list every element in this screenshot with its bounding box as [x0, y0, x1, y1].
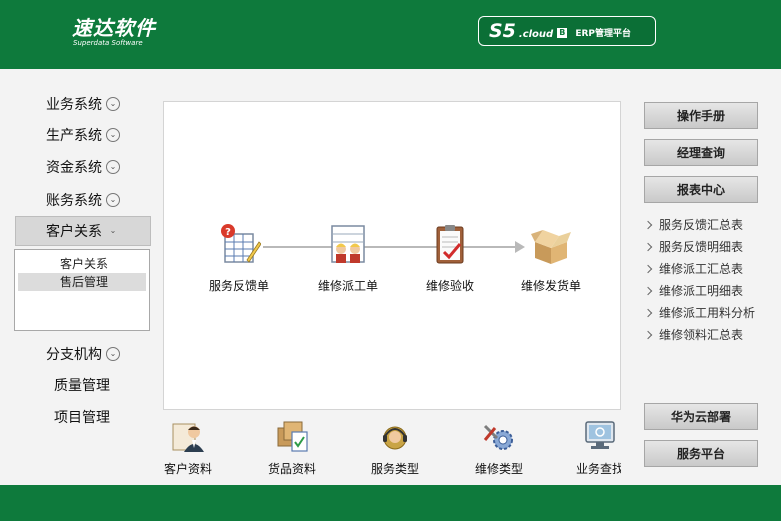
sidebar-item-label: 项目管理 — [54, 410, 110, 426]
tool-label: 服务类型 — [370, 462, 419, 476]
report-link[interactable]: 维修派工用料分析 — [643, 303, 756, 323]
flow-node-repair-acceptance[interactable]: 维修验收 — [410, 222, 490, 294]
sidebar-item-business[interactable]: 业务系统 ⌄ — [15, 91, 151, 117]
sidebar-item-branches[interactable]: 分支机构 ⌄ — [15, 341, 151, 367]
svg-text:?: ? — [225, 227, 231, 238]
report-link[interactable]: 维修领料汇总表 — [643, 325, 744, 345]
report-link[interactable]: 服务反馈明细表 — [643, 237, 744, 257]
dispatch-workers-icon — [331, 225, 365, 263]
customer-profile-icon — [172, 423, 204, 452]
crm-submenu: 客户关系 售后管理 — [14, 249, 150, 331]
manager-query-button[interactable]: 经理查询 — [644, 139, 758, 166]
sidebar-item-quality[interactable]: 质量管理 — [15, 372, 151, 398]
chevron-right-icon — [643, 220, 653, 230]
sidebar-item-label: 账务系统 — [46, 193, 102, 209]
service-platform-button[interactable]: 服务平台 — [644, 440, 758, 467]
report-link-label: 维修派工明细表 — [659, 284, 744, 298]
goods-info-icon — [277, 421, 308, 452]
headset-icon — [383, 426, 407, 450]
chevron-right-icon — [643, 308, 653, 318]
brand-badge: B — [557, 27, 568, 38]
report-link[interactable]: 服务反馈汇总表 — [643, 215, 744, 235]
chevron-down-icon: ⌄ — [106, 97, 120, 111]
tool-label: 货品资料 — [267, 462, 316, 476]
tool-customer-profile[interactable]: 客户资料 — [148, 418, 228, 477]
app-footer — [0, 485, 781, 521]
repair-gear-icon — [483, 424, 513, 450]
sidebar-item-accounting[interactable]: 账务系统 ⌄ — [15, 187, 151, 213]
sidebar-item-label: 分支机构 — [46, 347, 102, 363]
s5-cloud-brand: S5 .cloud B ERP管理平台 — [478, 16, 656, 46]
report-link-label: 维修领料汇总表 — [659, 328, 744, 342]
flow-node-repair-dispatch[interactable]: 维修派工单 — [308, 222, 388, 294]
chevron-down-icon: ⌄ — [106, 347, 120, 361]
report-center-button[interactable]: 报表中心 — [644, 176, 758, 203]
flow-node-label: 维修发货单 — [520, 279, 581, 293]
sidebar-item-label: 生产系统 — [46, 128, 102, 144]
toolbar-clip: 业务查找 — [560, 418, 621, 478]
submenu-item-crm[interactable]: 客户关系 — [18, 255, 146, 273]
brand-s5: S5 — [489, 20, 516, 42]
brand-cloud: .cloud — [518, 28, 554, 40]
monitor-search-icon — [585, 421, 615, 449]
tool-label: 维修类型 — [474, 462, 523, 476]
chevron-right-icon — [643, 330, 653, 340]
app-header: 速达软件 Superdata Software S5 .cloud B ERP管… — [0, 0, 781, 69]
chevron-down-icon: ⌄ — [106, 193, 120, 207]
tool-goods-info[interactable]: 货品资料 — [252, 418, 332, 477]
sidebar-item-label: 业务系统 — [46, 97, 102, 113]
flow-node-label: 服务反馈单 — [208, 279, 269, 293]
sidebar-item-projects[interactable]: 项目管理 — [15, 404, 151, 430]
sidebar-item-production[interactable]: 生产系统 ⌄ — [15, 122, 151, 148]
chevron-down-icon: ⌄ — [106, 160, 120, 174]
report-link[interactable]: 维修派工汇总表 — [643, 259, 744, 279]
chevron-down-icon: ⌄ — [106, 128, 120, 142]
flow-node-service-feedback[interactable]: ? 服务反馈单 — [199, 222, 279, 294]
chevron-right-icon — [643, 286, 653, 296]
sidebar-item-label: 质量管理 — [54, 378, 110, 394]
logo-english-text: Superdata Software — [73, 39, 143, 47]
superdata-logo: 速达软件 Superdata Software — [72, 17, 156, 48]
huawei-cloud-button[interactable]: 华为云部署 — [644, 403, 758, 430]
report-link-label: 维修派工汇总表 — [659, 262, 744, 276]
report-link[interactable]: 维修派工明细表 — [643, 281, 744, 301]
sidebar-item-label: 资金系统 — [46, 160, 102, 176]
manual-button[interactable]: 操作手册 — [644, 102, 758, 129]
tool-business-search[interactable]: 业务查找 — [560, 418, 621, 477]
chevron-down-icon: ⌄ — [109, 226, 117, 235]
feedback-form-icon: ? — [221, 224, 262, 263]
sidebar-item-crm[interactable]: 客户关系 ⌄ — [15, 216, 151, 246]
submenu-item-after-sales[interactable]: 售后管理 — [18, 273, 146, 291]
sidebar-item-label: 客户关系 — [46, 224, 102, 240]
chevron-right-icon — [643, 242, 653, 252]
report-link-label: 维修派工用料分析 — [659, 306, 756, 320]
logo-chinese-text: 速达软件 — [72, 16, 156, 40]
tool-service-type[interactable]: 服务类型 — [355, 418, 435, 477]
tool-label: 业务查找 — [575, 462, 621, 476]
tool-label: 客户资料 — [163, 462, 212, 476]
flow-node-repair-shipment[interactable]: 维修发货单 — [511, 222, 591, 294]
report-link-label: 服务反馈明细表 — [659, 240, 744, 254]
report-link-label: 服务反馈汇总表 — [659, 218, 744, 232]
flow-node-label: 维修派工单 — [317, 279, 378, 293]
brand-erp-title: ERP管理平台 — [575, 28, 632, 39]
flow-node-label: 维修验收 — [425, 279, 474, 293]
tool-repair-type[interactable]: 维修类型 — [459, 418, 539, 477]
clipboard-check-icon — [436, 225, 464, 264]
open-box-icon — [531, 230, 571, 264]
sidebar-item-funds[interactable]: 资金系统 ⌄ — [15, 154, 151, 180]
chevron-right-icon — [643, 264, 653, 274]
